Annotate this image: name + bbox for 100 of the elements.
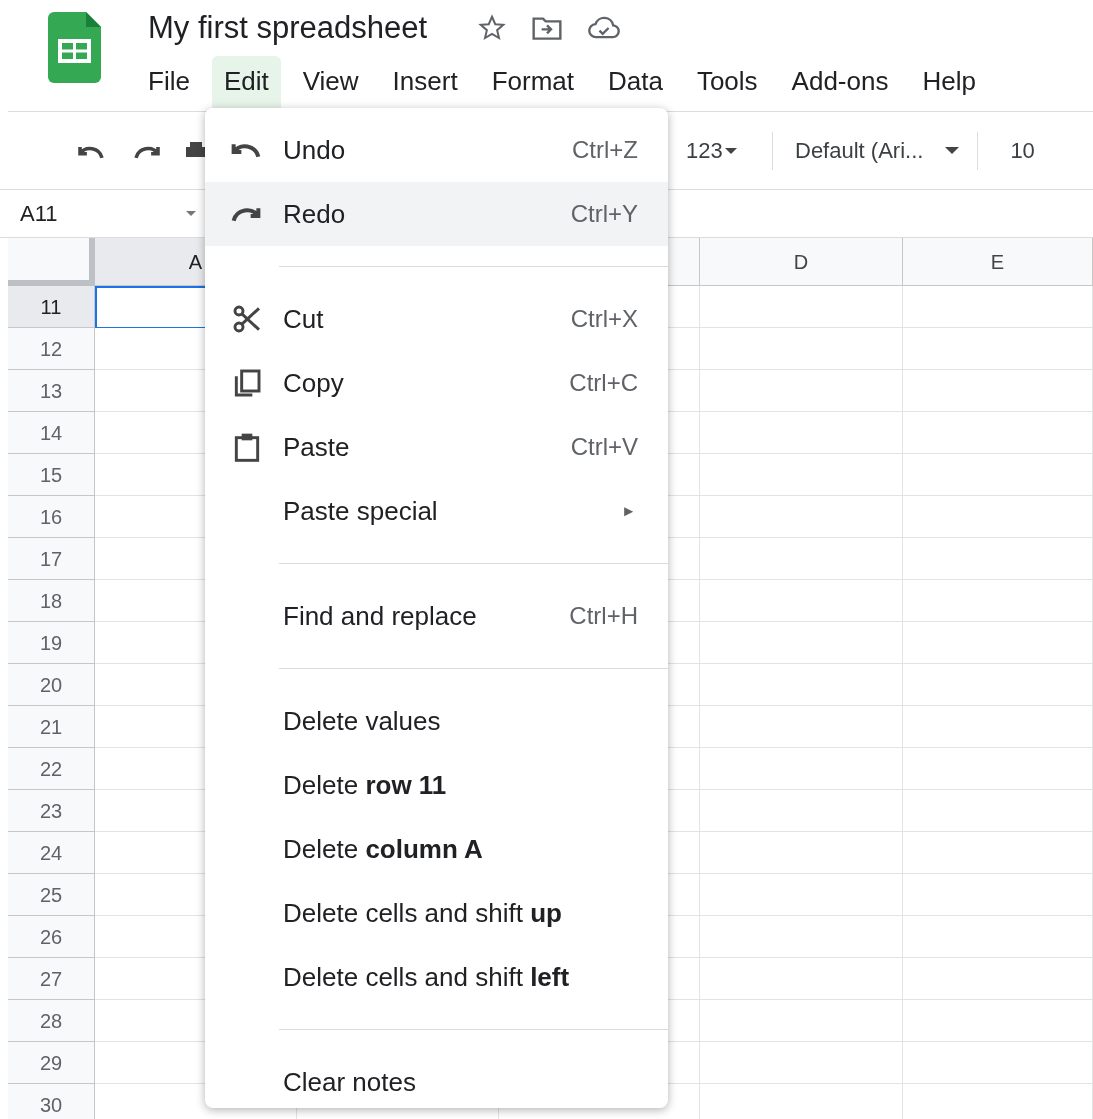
grid-cell[interactable]: [903, 622, 1093, 664]
menu-bar-item[interactable]: Data: [596, 56, 675, 108]
menu-bar-item[interactable]: Edit: [211, 56, 281, 108]
column-header[interactable]: E: [903, 238, 1093, 286]
grid-cell[interactable]: [903, 874, 1093, 916]
menu-bar-item[interactable]: Help: [910, 56, 988, 108]
grid-cell[interactable]: [700, 370, 903, 412]
menu-bar-item[interactable]: Add-ons: [779, 56, 901, 108]
menu-bar-item[interactable]: Insert: [380, 56, 470, 108]
name-box[interactable]: A11: [8, 197, 196, 230]
row-header[interactable]: 27: [8, 958, 95, 1000]
menu-item[interactable]: Paste Ctrl+V: [205, 415, 668, 479]
menu-item[interactable]: Clear notes: [205, 1050, 668, 1114]
row-header[interactable]: 13: [8, 370, 95, 412]
grid-cell[interactable]: [700, 328, 903, 370]
menu-item-label: Find and replace: [283, 599, 477, 633]
grid-cell[interactable]: [700, 748, 903, 790]
row-header[interactable]: 17: [8, 538, 95, 580]
menu-item-label: Paste special: [283, 494, 438, 528]
grid-cell[interactable]: [903, 748, 1093, 790]
menu-item-label: Delete values: [283, 704, 441, 738]
menu-bar-item[interactable]: File: [136, 56, 202, 108]
row-header[interactable]: 20: [8, 664, 95, 706]
move-to-folder-icon[interactable]: [531, 14, 564, 42]
font-size-field[interactable]: 10: [1010, 134, 1035, 167]
grid-cell[interactable]: [700, 580, 903, 622]
grid-cell[interactable]: [700, 790, 903, 832]
menu-item[interactable]: Find and replace Ctrl+H: [205, 584, 668, 648]
row-header[interactable]: 15: [8, 454, 95, 496]
shortcut-label: Ctrl+C: [569, 368, 638, 398]
grid-cell[interactable]: [903, 958, 1093, 1000]
row-header[interactable]: 21: [8, 706, 95, 748]
grid-cell[interactable]: [700, 496, 903, 538]
menu-item[interactable]: Delete values: [205, 689, 668, 753]
menu-bar-item[interactable]: View: [290, 56, 371, 108]
grid-cell[interactable]: [903, 664, 1093, 706]
grid-cell[interactable]: [700, 1000, 903, 1042]
menu-item[interactable]: Copy Ctrl+C: [205, 351, 668, 415]
header-corner[interactable]: [8, 238, 95, 286]
grid-cell[interactable]: [903, 706, 1093, 748]
grid-cell[interactable]: [903, 370, 1093, 412]
scissors-icon: [231, 303, 263, 335]
row-header[interactable]: 28: [8, 1000, 95, 1042]
grid-cell[interactable]: [903, 538, 1093, 580]
font-dropdown[interactable]: Default (Ari...: [795, 134, 960, 167]
row-header[interactable]: 12: [8, 328, 95, 370]
document-title[interactable]: My first spreadsheet: [148, 4, 428, 52]
grid-cell[interactable]: [700, 538, 903, 580]
row-header[interactable]: 25: [8, 874, 95, 916]
row-header[interactable]: 19: [8, 622, 95, 664]
grid-cell[interactable]: [700, 916, 903, 958]
row-header[interactable]: 29: [8, 1042, 95, 1084]
grid-cell[interactable]: [903, 328, 1093, 370]
menu-item[interactable]: Delete column A: [205, 817, 668, 881]
cloud-check-icon[interactable]: [587, 15, 622, 41]
menu-bar-item[interactable]: Format: [479, 56, 586, 108]
row-header[interactable]: 18: [8, 580, 95, 622]
grid-cell[interactable]: [700, 874, 903, 916]
grid-cell[interactable]: [903, 790, 1093, 832]
menu-item-label: Delete cells and shift up: [283, 896, 562, 930]
menu-item[interactable]: Undo Ctrl+Z: [205, 118, 668, 182]
grid-cell[interactable]: [903, 1000, 1093, 1042]
menu-bar-item[interactable]: Tools: [684, 56, 770, 108]
spreadsheet-logo-icon[interactable]: [48, 12, 101, 83]
grid-cell[interactable]: [700, 412, 903, 454]
menu-item[interactable]: Delete row 11: [205, 753, 668, 817]
grid-cell[interactable]: [903, 832, 1093, 874]
row-header[interactable]: 30: [8, 1084, 95, 1119]
grid-cell[interactable]: [700, 664, 903, 706]
menu-item[interactable]: Cut Ctrl+X: [205, 287, 668, 351]
grid-cell[interactable]: [700, 454, 903, 496]
grid-cell[interactable]: [903, 454, 1093, 496]
row-header[interactable]: 24: [8, 832, 95, 874]
menu-item[interactable]: Redo Ctrl+Y: [205, 182, 668, 246]
row-header[interactable]: 11: [8, 286, 95, 328]
grid-cell[interactable]: [700, 706, 903, 748]
grid-cell[interactable]: [903, 412, 1093, 454]
grid-cell[interactable]: [700, 1042, 903, 1084]
row-header[interactable]: 16: [8, 496, 95, 538]
grid-cell[interactable]: [903, 1042, 1093, 1084]
grid-cell[interactable]: [700, 286, 903, 328]
submenu-arrow-icon: ►: [621, 499, 636, 523]
number-format-dropdown[interactable]: 123: [686, 134, 760, 167]
row-header[interactable]: 26: [8, 916, 95, 958]
grid-cell[interactable]: [700, 622, 903, 664]
row-header[interactable]: 14: [8, 412, 95, 454]
menu-item[interactable]: Delete cells and shift left: [205, 945, 668, 1009]
grid-cell[interactable]: [903, 580, 1093, 622]
grid-cell[interactable]: [700, 958, 903, 1000]
grid-cell[interactable]: [903, 286, 1093, 328]
grid-cell[interactable]: [903, 496, 1093, 538]
grid-cell[interactable]: [700, 832, 903, 874]
menu-item-label: Undo: [283, 133, 346, 167]
grid-cell[interactable]: [903, 916, 1093, 958]
menu-item[interactable]: Paste special ►: [205, 479, 668, 543]
row-header[interactable]: 23: [8, 790, 95, 832]
column-header[interactable]: D: [700, 238, 903, 286]
shortcut-label: Ctrl+Z: [572, 135, 638, 165]
menu-item[interactable]: Delete cells and shift up: [205, 881, 668, 945]
row-header[interactable]: 22: [8, 748, 95, 790]
